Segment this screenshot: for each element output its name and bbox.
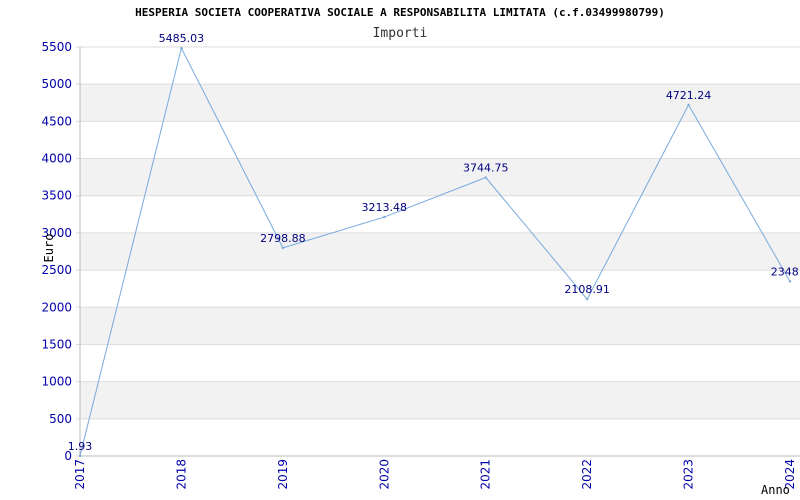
y-tick-label: 1500	[41, 337, 72, 351]
grid-band	[80, 307, 800, 345]
x-tick-label: 2023	[682, 459, 696, 490]
data-point	[687, 103, 690, 107]
line-chart: 0500100015002000250030003500400045005000…	[41, 6, 800, 497]
data-point	[78, 454, 82, 458]
y-tick-label: 1000	[41, 375, 72, 389]
x-tick-labels: 2017 2018 2019 2020 2021 2022 2023 2024	[73, 459, 797, 490]
grid-bands	[80, 84, 800, 419]
data-label: 4721.24	[666, 89, 712, 102]
y-tick-label: 2000	[41, 300, 72, 314]
y-tick-label: 4000	[41, 152, 72, 166]
y-axis-label: Euro	[42, 234, 56, 263]
grid-band	[80, 232, 800, 271]
data-label: 3213.48	[362, 201, 408, 214]
data-label: 5485.03	[159, 32, 205, 45]
x-axis-label: Anno	[761, 483, 790, 497]
chart-title: HESPERIA SOCIETA COOPERATIVA SOCIALE A R…	[135, 6, 665, 19]
data-label: 2798.88	[260, 232, 306, 245]
chart-subtitle: Importi	[373, 26, 428, 41]
data-point	[180, 46, 183, 50]
grid-band	[80, 381, 800, 419]
y-tick-label: 3500	[41, 189, 72, 203]
y-tick-label: 500	[49, 412, 72, 426]
data-label: 1.93	[68, 440, 93, 453]
x-tick-label: 2019	[276, 459, 290, 490]
data-point	[281, 246, 285, 250]
data-label: 2108.91	[564, 283, 610, 296]
x-tick-label: 2017	[73, 459, 87, 490]
y-tick-label: 4500	[41, 114, 72, 128]
grid-band	[80, 158, 800, 196]
data-point	[484, 176, 487, 179]
x-tick-label: 2018	[174, 459, 188, 490]
x-tick-label: 2020	[377, 459, 391, 490]
y-tick-label: 2500	[41, 263, 72, 277]
data-point	[788, 280, 792, 283]
x-tick-label: 2022	[580, 459, 594, 490]
x-tick-label: 2021	[479, 459, 493, 490]
data-point	[383, 215, 386, 219]
y-tick-label: 5000	[41, 77, 72, 91]
data-label: 2348.0	[771, 265, 800, 278]
data-point	[585, 297, 589, 301]
data-label: 3744.75	[463, 162, 509, 175]
y-tick-label: 5500	[41, 40, 72, 54]
